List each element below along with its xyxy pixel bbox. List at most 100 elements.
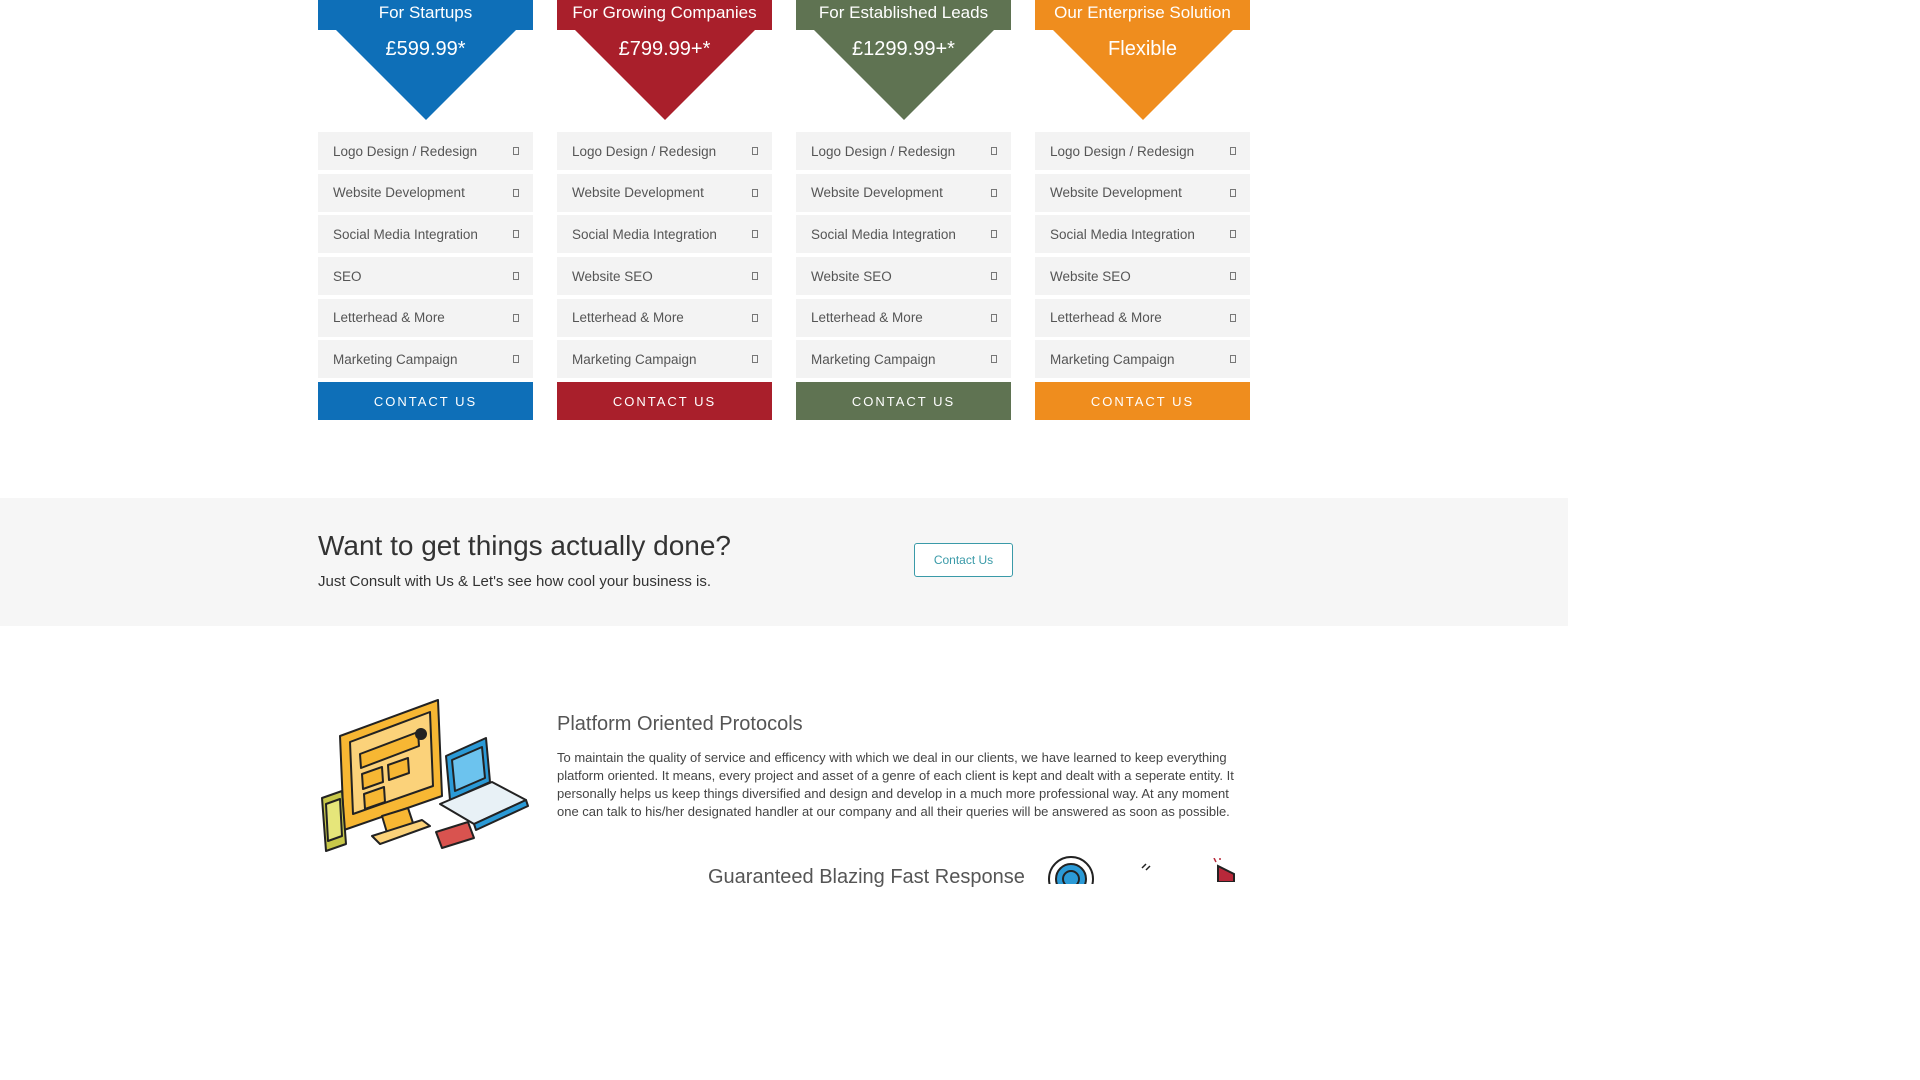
check-box-icon (752, 188, 758, 197)
pricing-plan: For Startups £599.99* Logo Design / Redesi… (318, 0, 533, 420)
check-box-icon (752, 147, 758, 155)
check-box-icon (513, 355, 519, 364)
check-box-icon (991, 272, 997, 281)
feature-label: Letterhead & More (333, 310, 445, 326)
contact-us-button[interactable]: Contact Us (914, 543, 1013, 577)
plan-price: £799.99+* (618, 38, 711, 60)
feature-item: Social Media Integration (557, 215, 772, 254)
feature-label: Letterhead & More (811, 310, 923, 326)
check-box-icon (1230, 188, 1236, 197)
plan-price: £1299.99+* (852, 38, 955, 60)
feature-item: Marketing Campaign (1035, 340, 1250, 379)
feature-description: To maintain the quality of service and e… (557, 750, 1234, 819)
pricing-plan: Our Enterprise Solution Flexible Logo Desi… (1035, 0, 1250, 420)
check-box-icon (991, 188, 997, 197)
feature-item: Website Development (318, 173, 533, 212)
spark-icon (1141, 863, 1151, 871)
check-box-icon (991, 230, 997, 239)
plan-name: For Startups (318, 0, 533, 30)
feature-item: Social Media Integration (796, 215, 1011, 254)
feature-label: Letterhead & More (572, 310, 684, 326)
check-box-icon (991, 355, 997, 364)
check-box-icon (752, 313, 758, 322)
check-box-icon (991, 313, 997, 322)
feature-item: Logo Design / Redesign (1035, 132, 1250, 170)
feature-item: Website SEO (1035, 257, 1250, 296)
feature-item: Website SEO (796, 257, 1011, 296)
feature-item: Social Media Integration (318, 215, 533, 254)
check-box-icon (513, 272, 519, 281)
feature-label: Website Development (1050, 185, 1182, 201)
check-box-icon (1230, 313, 1236, 322)
plan-name: For Established Leads (796, 0, 1011, 30)
feature-label: SEO (333, 268, 362, 284)
check-box-icon (1230, 272, 1236, 281)
feature-item: Website Development (557, 173, 772, 212)
check-box-icon (513, 230, 519, 239)
feature-item: Letterhead & More (557, 298, 772, 337)
feature-item: Letterhead & More (796, 298, 1011, 337)
feature-label: Website Development (333, 185, 465, 201)
feature-label: Logo Design / Redesign (1050, 143, 1195, 159)
check-box-icon (752, 272, 758, 281)
check-box-icon (513, 188, 519, 197)
feature-label: Marketing Campaign (333, 351, 458, 367)
feature-label: Social Media Integration (572, 226, 717, 242)
feature-item: Logo Design / Redesign (318, 132, 533, 170)
feature-label: Website SEO (811, 268, 892, 284)
check-box-icon (752, 355, 758, 364)
devices-illustration (321, 699, 529, 852)
feature-item: Logo Design / Redesign (796, 132, 1011, 170)
check-box-icon (1230, 147, 1236, 155)
plan-features: Logo Design / Redesign Website Developmen… (796, 132, 1011, 382)
feature-item: SEO (318, 257, 533, 296)
feature-item: Logo Design / Redesign (557, 132, 772, 170)
plan-contact-button[interactable]: CONTACT US (557, 382, 772, 420)
plan-price: Flexible (1108, 38, 1177, 60)
feature-item: Website Development (796, 173, 1011, 212)
feature-label: Website SEO (1050, 268, 1131, 284)
plan-contact-button[interactable]: CONTACT US (1035, 382, 1250, 420)
plan-contact-button[interactable]: CONTACT US (796, 382, 1011, 420)
feature-label: Marketing Campaign (811, 351, 936, 367)
check-box-icon (752, 230, 758, 239)
feature-item: Marketing Campaign (557, 340, 772, 379)
plan-price: £599.99* (385, 38, 466, 60)
feature-item: Website SEO (557, 257, 772, 296)
feature-label: Logo Design / Redesign (811, 143, 956, 159)
feature-label: Website SEO (572, 268, 653, 284)
check-box-icon (991, 147, 997, 155)
check-box-icon (513, 147, 519, 155)
feature-label: Marketing Campaign (1050, 351, 1175, 367)
feature-label: Social Media Integration (811, 226, 956, 242)
check-box-icon (513, 313, 519, 322)
plan-features: Logo Design / Redesign Website Developmen… (1035, 132, 1250, 382)
feature-label: Website Development (811, 185, 943, 201)
feature-label: Marketing Campaign (572, 351, 697, 367)
feature-label: Website Development (572, 185, 704, 201)
check-box-icon (1230, 355, 1236, 364)
plan-features: Logo Design / Redesign Website Developmen… (318, 132, 533, 382)
feature-item: Social Media Integration (1035, 215, 1250, 254)
cta-subtitle: Just Consult with Us & Let's see how coo… (318, 573, 712, 590)
feature-label: Social Media Integration (1050, 226, 1195, 242)
feature-section: Platform Oriented Protocols To maintain … (318, 690, 1250, 888)
rocket-icon (1213, 858, 1235, 882)
pricing-plans: For Startups £599.99* Logo Design / Redesi… (318, 0, 1250, 420)
feature-title: Platform Oriented Protocols (557, 713, 803, 735)
feature-item: Marketing Campaign (318, 340, 533, 379)
pricing-plan: For Growing Companies £799.99+* Logo Desig… (557, 0, 772, 420)
cta-title: Want to get things actually done? (318, 530, 731, 561)
pricing-plan: For Established Leads £1299.99+* Logo Desi… (796, 0, 1011, 420)
feature-label: Letterhead & More (1050, 310, 1162, 326)
feature-item: Letterhead & More (318, 298, 533, 337)
feature-item: Marketing Campaign (796, 340, 1011, 379)
plan-name: Our Enterprise Solution (1035, 0, 1250, 30)
plan-contact-button[interactable]: CONTACT US (318, 382, 533, 420)
feature-label: Social Media Integration (333, 226, 478, 242)
feature-2-title: Guaranteed Blazing Fast Response (708, 866, 1025, 888)
fingerprint-icon (1048, 856, 1094, 884)
feature-label: Logo Design / Redesign (333, 143, 478, 159)
check-box-icon (1230, 230, 1236, 239)
feature-item: Letterhead & More (1035, 298, 1250, 337)
